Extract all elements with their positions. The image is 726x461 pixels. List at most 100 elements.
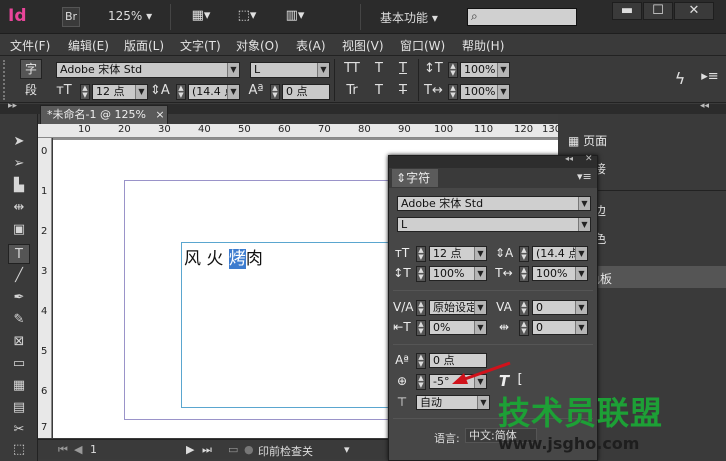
horizontal-scale-stepper[interactable]: ▲ ▼ (448, 84, 458, 100)
document-tab[interactable]: *未命名-1 @ 125% × (40, 105, 168, 124)
horizontal-scale-field[interactable]: 100% ▼ (460, 84, 510, 100)
horizontal-scale-stepper[interactable]: ▲ ▼ (519, 266, 529, 282)
first-page-icon[interactable]: ⏮ (58, 443, 68, 457)
bridge-button[interactable]: Br (62, 7, 80, 27)
pencil-tool-icon[interactable]: ✎ (8, 310, 30, 330)
menu-window[interactable]: 窗口(W) (400, 37, 445, 54)
font-family-dropdown[interactable]: Adobe 宋体 Std ▼ (397, 196, 591, 211)
subscript-button[interactable]: T (370, 83, 388, 98)
font-family-dropdown[interactable]: Adobe 宋体 Std ▼ (56, 62, 240, 78)
menu-table[interactable]: 表(A) (296, 37, 326, 54)
menu-edit[interactable]: 编辑(E) (68, 37, 109, 54)
auto-dropdown[interactable]: 自动 ▼ (416, 395, 490, 410)
tracking-field[interactable]: 0 点 (282, 84, 330, 100)
content-collector-icon[interactable]: ▣ (8, 220, 30, 240)
paragraph-mode-button[interactable]: 段 (20, 81, 42, 101)
view-options-icon[interactable]: ▦▾ (186, 8, 216, 23)
vertical-scale-stepper[interactable]: ▲ ▼ (416, 266, 426, 282)
grip-handle[interactable] (3, 60, 11, 100)
tab-character[interactable]: ⇕字符 (392, 169, 438, 187)
page-number[interactable]: 1 (90, 443, 97, 456)
tsume-stepper[interactable]: ▲ ▼ (416, 320, 426, 336)
status-open-icon[interactable]: ▭ (228, 443, 238, 456)
scissors-tool-icon[interactable]: ✂ (8, 420, 30, 440)
grid-tool-icon[interactable]: ▦ (8, 376, 30, 396)
workspace-switcher[interactable]: 基本功能 ▾ (380, 9, 438, 26)
panel-menu-icon[interactable]: ▾≡ (577, 170, 592, 183)
previous-page-icon[interactable]: ◀ (74, 443, 82, 456)
pen-tool-icon[interactable]: ✒ (8, 288, 30, 308)
chevron-down-icon[interactable]: ▾ (344, 443, 350, 456)
font-size-stepper[interactable]: ▲ ▼ (416, 246, 426, 262)
vertical-ruler[interactable]: 0 1 2 3 4 5 6 7 (38, 138, 52, 438)
minimize-button[interactable]: ▬ (612, 2, 642, 20)
next-page-icon[interactable]: ▶ (186, 443, 194, 456)
vertical-scale-field[interactable]: 100% ▼ (429, 266, 487, 281)
menu-layout[interactable]: 版面(L) (124, 37, 164, 54)
leading-field[interactable]: (14.4 点 ▼ (188, 84, 240, 100)
rectangle-frame-tool-icon[interactable]: ⊠ (8, 332, 30, 352)
aki-field[interactable]: 0 ▼ (532, 320, 588, 335)
menu-file[interactable]: 文件(F) (10, 37, 50, 54)
horizontal-scale-field[interactable]: 100% ▼ (532, 266, 588, 281)
page-tool-icon[interactable]: ▙ (8, 176, 30, 196)
kerning-stepper[interactable]: ▲ ▼ (416, 300, 426, 316)
panel-pages[interactable]: ▦ 页面 (568, 132, 607, 154)
strikethrough-button[interactable]: T (394, 83, 412, 98)
superscript-button[interactable]: T (370, 61, 388, 76)
lightning-icon[interactable]: ϟ (672, 69, 688, 88)
free-transform-tool-icon[interactable]: ⬚ (8, 440, 30, 460)
tracking-stepper[interactable]: ▲ ▼ (270, 84, 280, 100)
font-style-dropdown[interactable]: L ▼ (397, 217, 591, 232)
vertical-scale-field[interactable]: 100% ▼ (460, 62, 510, 78)
type-tool-icon[interactable]: T (8, 244, 30, 264)
skew-stepper[interactable]: ▲ ▼ (416, 374, 426, 390)
arrange-documents-icon[interactable]: ▥▾ (280, 8, 310, 23)
selection-tool-icon[interactable]: ➤ (8, 132, 30, 152)
leading-stepper[interactable]: ▲ ▼ (176, 84, 186, 100)
last-page-icon[interactable]: ⏭ (202, 443, 212, 457)
all-caps-button[interactable]: TT (342, 61, 362, 76)
tracking-stepper[interactable]: ▲ ▼ (519, 300, 529, 316)
close-tab-icon[interactable]: × (155, 108, 164, 121)
menu-object[interactable]: 对象(O) (236, 37, 279, 54)
direct-selection-tool-icon[interactable]: ➢ (8, 154, 30, 174)
tsume-field[interactable]: 0% ▼ (429, 320, 487, 335)
screen-mode-icon[interactable]: ⬚▾ (232, 8, 262, 23)
collapse-icon[interactable]: ◂◂ (700, 101, 709, 111)
line-tool-icon[interactable]: ╱ (8, 266, 30, 286)
menu-help[interactable]: 帮助(H) (462, 37, 504, 54)
zoom-level-dropdown[interactable]: 125% ▾ (108, 9, 152, 23)
gap-tool-icon[interactable]: ⇹ (8, 198, 30, 218)
font-size-field[interactable]: 12 点 ▼ (429, 246, 487, 261)
small-caps-button[interactable]: Tr (342, 83, 362, 98)
expand-icon[interactable]: ▸▸ (8, 101, 17, 111)
font-style-dropdown[interactable]: L ▼ (250, 62, 330, 78)
table-tool-icon[interactable]: ▤ (8, 398, 30, 418)
close-button[interactable]: ✕ (674, 2, 714, 20)
maximize-button[interactable]: ☐ (643, 2, 673, 20)
panel-header[interactable]: ◂◂ ✕ (389, 154, 597, 168)
tracking-field[interactable]: 0 ▼ (532, 300, 588, 315)
underline-button[interactable]: T (394, 61, 412, 76)
leading-stepper[interactable]: ▲ ▼ (519, 246, 529, 262)
ruler-label: 100 (434, 124, 454, 135)
font-size-field[interactable]: 12 点 ▼ (92, 84, 148, 100)
rectangle-tool-icon[interactable]: ▭ (8, 354, 30, 374)
search-input[interactable]: ⌕ (467, 8, 577, 26)
vertical-scale-stepper[interactable]: ▲ ▼ (448, 62, 458, 78)
font-size-stepper[interactable]: ▲ ▼ (80, 84, 90, 100)
menu-type[interactable]: 文字(T) (180, 37, 221, 54)
character-mode-button[interactable]: 字 (20, 59, 42, 79)
kerning-dropdown[interactable]: 原始设定 ▼ (429, 300, 487, 315)
baseline-shift-stepper[interactable]: ▲ ▼ (416, 353, 426, 369)
horizontal-ruler[interactable]: 10 20 30 40 50 60 70 80 90 100 110 120 1… (38, 124, 561, 138)
aki-stepper[interactable]: ▲ ▼ (519, 320, 529, 336)
menu-view[interactable]: 视图(V) (342, 37, 384, 54)
text-content[interactable]: 风 火 烤肉 (184, 244, 263, 269)
preflight-status[interactable]: 印前检查关 (258, 443, 313, 459)
close-icon[interactable]: ✕ (585, 154, 593, 164)
leading-field[interactable]: (14.4 点 ▼ (532, 246, 588, 261)
panel-menu-icon[interactable]: ▸≡ (700, 69, 720, 84)
collapse-icon[interactable]: ◂◂ (565, 154, 573, 163)
